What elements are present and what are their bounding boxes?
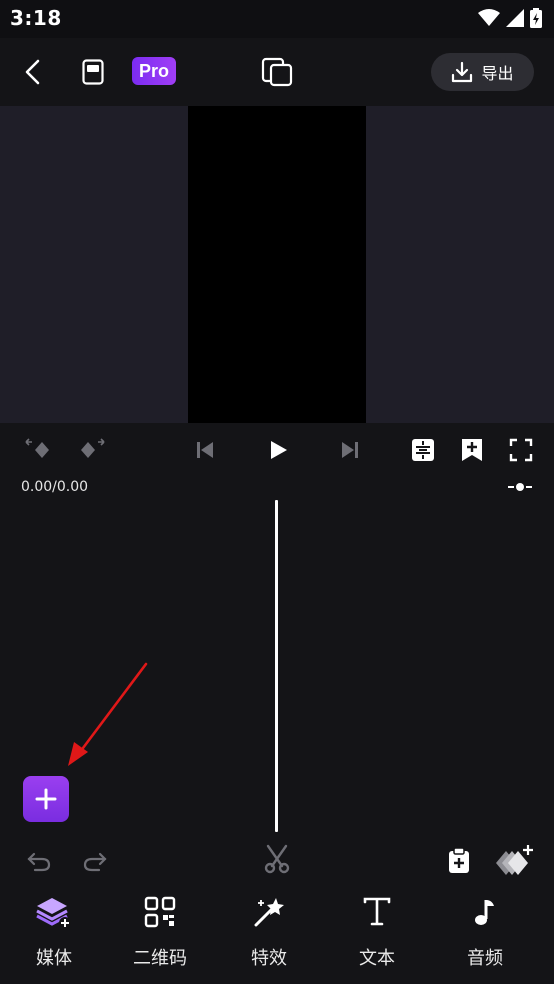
bottom-navigation: 媒体 二维码 特效 文本 音频: [0, 882, 554, 984]
skip-start-button[interactable]: [192, 437, 218, 463]
playhead[interactable]: [275, 500, 278, 832]
nav-media[interactable]: 媒体: [9, 882, 99, 984]
skip-start-icon: [197, 442, 213, 458]
export-button[interactable]: 导出: [431, 53, 534, 91]
add-marker-button[interactable]: [458, 436, 486, 464]
skip-end-icon: [342, 442, 358, 458]
undo-icon: [27, 852, 51, 872]
next-keyframe-button[interactable]: [76, 436, 108, 464]
nav-audio[interactable]: 音频: [440, 882, 530, 984]
fullscreen-icon: [509, 438, 533, 462]
timeline-zoom-icon: [508, 483, 532, 491]
status-icons: [478, 6, 542, 30]
diamonds-add-icon: [496, 845, 533, 875]
prev-keyframe-icon: [25, 438, 49, 458]
add-layer-button[interactable]: [493, 842, 535, 878]
aspect-ratio-button[interactable]: [259, 55, 295, 89]
nav-audio-label: 音频: [467, 948, 503, 969]
document-button[interactable]: [78, 56, 108, 88]
nav-media-label: 媒体: [36, 948, 72, 969]
nav-effects-label: 特效: [251, 948, 287, 969]
download-icon: [452, 61, 473, 83]
play-button[interactable]: [263, 435, 293, 465]
layers-add-icon: [34, 892, 74, 932]
nav-effects[interactable]: 特效: [224, 882, 314, 984]
magic-wand-icon: [249, 892, 289, 932]
add-media-button[interactable]: [23, 776, 69, 822]
next-keyframe-icon: [81, 438, 105, 458]
music-note-icon: [465, 892, 505, 932]
undo-button[interactable]: [24, 846, 54, 876]
annotation-arrow: [68, 662, 148, 766]
skip-end-button[interactable]: [337, 437, 363, 463]
export-label: 导出: [481, 64, 514, 83]
status-bar: [0, 0, 554, 38]
back-arrow-icon: [25, 59, 40, 85]
status-time: 3:18: [10, 6, 62, 30]
nav-text-label: 文本: [359, 948, 395, 969]
play-icon: [271, 441, 287, 459]
signal-icon: [506, 9, 524, 27]
split-button[interactable]: [262, 843, 292, 875]
redo-button[interactable]: [80, 846, 110, 876]
align-center-icon: [412, 439, 434, 461]
qr-code-icon: [140, 892, 180, 932]
zoom-slider[interactable]: [505, 478, 535, 496]
plus-icon: [35, 788, 57, 810]
document-icon: [82, 59, 104, 85]
time-display: 0.00/0.00: [21, 479, 89, 495]
fullscreen-button[interactable]: [507, 436, 535, 464]
paste-button[interactable]: [445, 845, 473, 877]
prev-keyframe-button[interactable]: [22, 436, 54, 464]
redo-icon: [83, 852, 107, 872]
nav-text[interactable]: 文本: [332, 882, 422, 984]
text-icon: [357, 892, 397, 932]
nav-qr-code-label: 二维码: [133, 948, 187, 969]
preview-canvas[interactable]: [188, 106, 366, 423]
wifi-icon: [478, 9, 500, 26]
aspect-ratio-icon: [261, 57, 293, 87]
pro-badge[interactable]: Pro: [132, 57, 176, 85]
back-button[interactable]: [16, 56, 48, 88]
align-button[interactable]: [409, 436, 437, 464]
nav-qr-code[interactable]: 二维码: [115, 882, 205, 984]
clipboard-add-icon: [449, 847, 469, 873]
bookmark-add-icon: [462, 439, 482, 461]
scissors-icon: [264, 844, 290, 874]
battery-icon: [530, 8, 542, 28]
